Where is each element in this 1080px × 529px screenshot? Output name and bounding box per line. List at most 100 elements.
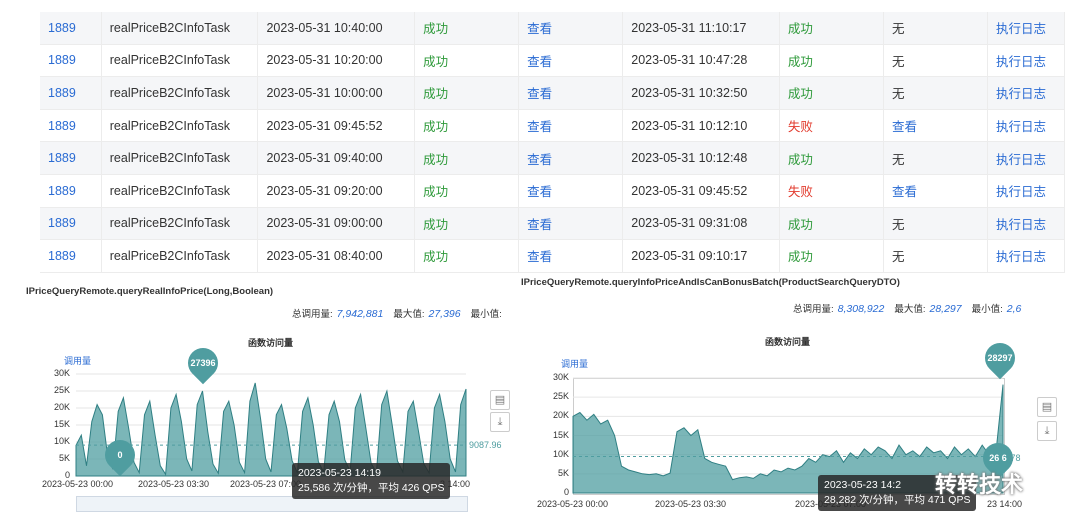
trigger-detail-link[interactable]: 查看: [518, 76, 624, 110]
task-id[interactable]: 1889: [40, 174, 102, 208]
y-tick-label: 30K: [53, 368, 70, 378]
execution-log-link[interactable]: 执行日志: [987, 44, 1065, 78]
handle-time: 2023-05-31 09:45:52: [622, 174, 780, 208]
task-name: realPriceB2CInfoTask: [101, 207, 259, 241]
task-id[interactable]: 1889: [40, 76, 102, 110]
task-log-table: 1889 realPriceB2CInfoTask 2023-05-31 10:40…: [40, 12, 1065, 273]
handle-time: 2023-05-31 10:47:28: [622, 44, 780, 78]
task-name: realPriceB2CInfoTask: [101, 174, 259, 208]
trigger-status: 成功: [414, 76, 520, 110]
trigger-status: 成功: [414, 239, 520, 273]
y-tick-label: 20K: [53, 402, 70, 412]
trigger-detail-link[interactable]: 查看: [518, 141, 624, 175]
table-row: 1889 realPriceB2CInfoTask 2023-05-31 09:40…: [40, 141, 1065, 175]
y-axis-label: 调用量: [64, 356, 92, 366]
task-id[interactable]: 1889: [40, 12, 102, 45]
watermark: 转转技术: [935, 472, 1024, 497]
trigger-time: 2023-05-31 09:20:00: [257, 174, 416, 208]
max-label: 最大值:: [393, 309, 425, 320]
trigger-status: 成功: [414, 44, 520, 78]
y-tick-label: 25K: [552, 391, 569, 402]
data-view-icon[interactable]: ▤: [1037, 397, 1057, 417]
y-tick-label: 10K: [53, 436, 70, 446]
handle-time: 2023-05-31 09:31:08: [622, 207, 780, 241]
task-name: realPriceB2CInfoTask: [101, 12, 259, 45]
execution-log-link[interactable]: 执行日志: [987, 12, 1065, 45]
execution-log-link[interactable]: 执行日志: [987, 174, 1065, 208]
handle-status: 失败: [779, 109, 884, 143]
trigger-time: 2023-05-31 10:40:00: [257, 12, 416, 45]
task-id[interactable]: 1889: [40, 207, 102, 241]
trigger-detail-link[interactable]: 查看: [518, 12, 624, 45]
table-row: 1889 realPriceB2CInfoTask 2023-05-31 09:20…: [40, 174, 1065, 208]
handle-detail: 无: [883, 207, 989, 241]
stats-row: 总调用量: 8,308,922 最大值: 28,297 最小值: 2,6: [793, 301, 1031, 315]
y-tick-label: 15K: [53, 419, 70, 429]
y-tick-label: 15K: [552, 429, 569, 440]
trigger-time: 2023-05-31 09:40:00: [257, 141, 416, 175]
task-name: realPriceB2CInfoTask: [101, 76, 259, 110]
trigger-time: 2023-05-31 10:00:00: [257, 76, 416, 110]
max-value: 27,396: [428, 308, 461, 320]
task-id[interactable]: 1889: [40, 109, 102, 143]
left-monitor-panel: IPriceQueryRemote.queryRealInfoPrice(Lon…: [20, 282, 510, 529]
trigger-status: 成功: [414, 207, 520, 241]
handle-time: 2023-05-31 10:12:48: [622, 141, 780, 175]
task-name: realPriceB2CInfoTask: [101, 44, 259, 78]
trigger-detail-link[interactable]: 查看: [518, 174, 624, 208]
trigger-status: 成功: [414, 174, 520, 208]
y-tick-label: 25K: [53, 385, 70, 395]
x-tick-label: 2023-05-23 03:30: [655, 499, 727, 509]
trigger-detail-link[interactable]: 查看: [518, 239, 624, 273]
download-icon[interactable]: ⤓: [1037, 421, 1057, 441]
total-label: 总调用量:: [292, 309, 333, 320]
handle-detail: 无: [883, 44, 989, 78]
right-monitor-panel: IPriceQueryRemote.queryInfoPriceAndIsCan…: [515, 273, 1080, 529]
trigger-time: 2023-05-31 10:20:00: [257, 44, 416, 78]
handle-detail[interactable]: 查看: [883, 174, 989, 208]
max-label: 最大值:: [894, 304, 926, 315]
execution-log-link[interactable]: 执行日志: [987, 239, 1065, 273]
handle-detail: 无: [883, 76, 989, 110]
task-id[interactable]: 1889: [40, 239, 102, 273]
tooltip-value: 25,586 次/分钟，平均 426 QPS: [298, 482, 445, 494]
trigger-detail-link[interactable]: 查看: [518, 207, 624, 241]
trigger-detail-link[interactable]: 查看: [518, 44, 624, 78]
task-name: realPriceB2CInfoTask: [101, 109, 259, 143]
handle-detail[interactable]: 查看: [883, 109, 989, 143]
execution-log-link[interactable]: 执行日志: [987, 109, 1065, 143]
handle-status: 成功: [779, 44, 884, 78]
table-row: 1889 realPriceB2CInfoTask 2023-05-31 09:00…: [40, 207, 1065, 241]
task-name: realPriceB2CInfoTask: [101, 141, 259, 175]
total-value: 8,308,922: [837, 303, 885, 315]
handle-time: 2023-05-31 10:12:10: [622, 109, 780, 143]
handle-status: 成功: [779, 12, 884, 45]
trigger-time: 2023-05-31 09:00:00: [257, 207, 416, 241]
min-value: 2,6: [1006, 303, 1022, 315]
avg-label: 9087.96: [469, 440, 502, 450]
download-icon[interactable]: ⤓: [490, 412, 510, 432]
y-axis-label: 调用量: [561, 359, 589, 369]
execution-log-link[interactable]: 执行日志: [987, 76, 1065, 110]
handle-time: 2023-05-31 11:10:17: [622, 12, 780, 45]
y-tick-label: 10K: [552, 448, 569, 459]
table-row: 1889 realPriceB2CInfoTask 2023-05-31 10:00…: [40, 76, 1065, 110]
trigger-detail-link[interactable]: 查看: [518, 109, 624, 143]
execution-log-link[interactable]: 执行日志: [987, 141, 1065, 175]
table-row: 1889 realPriceB2CInfoTask 2023-05-31 09:45…: [40, 109, 1065, 143]
task-id[interactable]: 1889: [40, 141, 102, 175]
max-pin-label: 27396: [190, 358, 216, 368]
min-pin-label: 26 6: [989, 453, 1007, 463]
trigger-time: 2023-05-31 09:45:52: [257, 109, 416, 143]
y-tick-label: 0: [563, 487, 569, 497]
total-label: 总调用量:: [793, 304, 834, 315]
y-tick-label: 30K: [552, 372, 569, 382]
task-id[interactable]: 1889: [40, 44, 102, 78]
data-view-icon[interactable]: ▤: [490, 390, 510, 410]
execution-log-link[interactable]: 执行日志: [987, 207, 1065, 241]
x-tick-label: 2023-05-23 07:00: [230, 479, 302, 489]
table-row: 1889 realPriceB2CInfoTask 2023-05-31 08:40…: [40, 239, 1065, 273]
max-pin-label: 28297: [987, 353, 1013, 363]
handle-detail: 无: [883, 239, 989, 273]
handle-time: 2023-05-31 10:32:50: [622, 76, 780, 110]
